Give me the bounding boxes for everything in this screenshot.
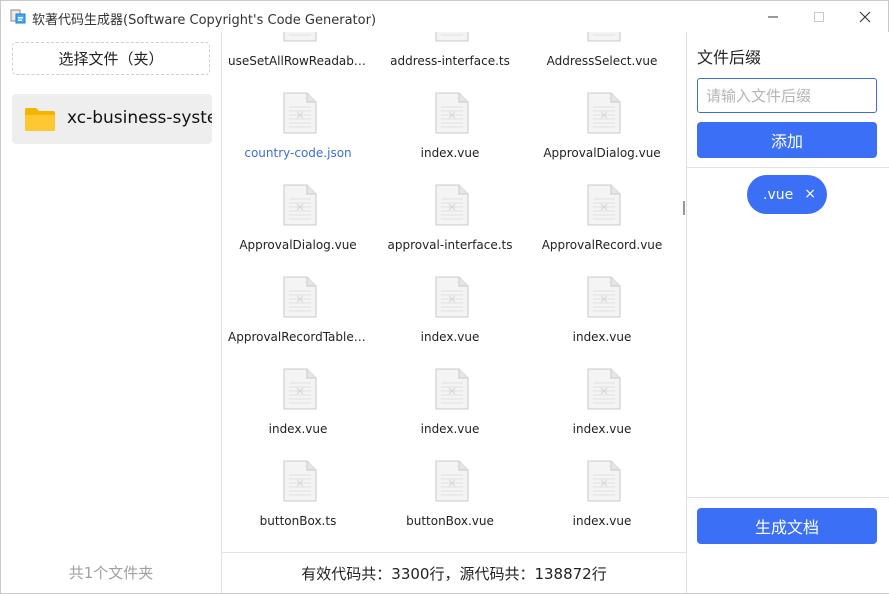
close-button[interactable] [842, 1, 888, 32]
file-icon [435, 460, 469, 502]
file-name: index.vue [420, 330, 480, 344]
file-icon [435, 184, 469, 226]
app-icon [10, 9, 26, 24]
file-name: country-code.json [244, 146, 352, 160]
file-icon [587, 184, 621, 226]
file-icon [283, 368, 317, 410]
file-item[interactable]: country-code.json [222, 84, 374, 176]
file-icon [283, 184, 317, 226]
minimize-icon [768, 16, 778, 17]
left-panel: 选择文件（夹） xc-business-syste 共1个文件夹 [1, 32, 222, 593]
suffix-input[interactable] [697, 78, 877, 113]
file-icon [435, 368, 469, 410]
maximize-icon [814, 11, 824, 22]
code-line-summary: 有效代码共：3300行，源代码共：138872行 [301, 565, 607, 583]
file-icon [587, 92, 621, 134]
close-icon [859, 11, 871, 22]
file-icon [283, 276, 317, 318]
window-title: 软著代码生成器(Software Copyright's Code Genera… [32, 13, 377, 28]
file-name: buttonBox.vue [406, 514, 494, 528]
file-name: index.vue [572, 330, 632, 344]
file-name: useSetAllRowReadabl... [228, 54, 368, 68]
file-name: index.vue [572, 422, 632, 436]
title-bar: 软著代码生成器(Software Copyright's Code Genera… [1, 1, 888, 32]
file-icon [435, 276, 469, 318]
app-window: 软著代码生成器(Software Copyright's Code Genera… [0, 0, 889, 594]
divider [687, 497, 889, 498]
status-bar: 有效代码共：3300行，源代码共：138872行 [222, 552, 686, 594]
file-name: buttonBox.ts [259, 514, 337, 528]
file-item[interactable]: index.vue [526, 268, 678, 360]
file-icon [587, 460, 621, 502]
file-icon [587, 32, 621, 42]
file-name: ApprovalRecord.vue [541, 238, 663, 252]
file-item[interactable]: index.vue [374, 360, 526, 452]
file-item[interactable]: index.vue [374, 84, 526, 176]
file-name: index.vue [572, 514, 632, 528]
maximize-button[interactable] [796, 1, 842, 32]
divider [687, 167, 889, 168]
suffix-label: 文件后缀 [697, 48, 762, 67]
file-item[interactable]: index.vue [374, 268, 526, 360]
file-icon [435, 92, 469, 134]
folder-count-text: 共1个文件夹 [68, 564, 154, 582]
select-file-button[interactable]: 选择文件（夹） [12, 42, 210, 75]
file-item[interactable]: index.vue [222, 360, 374, 452]
file-item[interactable]: ApprovalRecordTable.... [222, 268, 374, 360]
file-name: index.vue [420, 146, 480, 160]
file-icon [435, 32, 469, 42]
file-item[interactable]: AddressSelect.vue [526, 32, 678, 84]
generate-document-button[interactable]: 生成文档 [697, 508, 877, 544]
file-name: address-interface.ts [390, 54, 510, 68]
suffix-tag-label: .vue [763, 186, 794, 203]
file-item[interactable]: useSetAllRowReadabl... [222, 32, 374, 84]
close-icon[interactable]: × [804, 185, 816, 203]
file-item[interactable]: ApprovalDialog.vue [222, 176, 374, 268]
right-panel: 文件后缀 添加 .vue × 生成文档 [686, 32, 889, 593]
file-item[interactable]: approval-interface.ts [374, 176, 526, 268]
file-grid: useSetAllRowReadabl... address-interface.… [222, 32, 680, 544]
file-name: approval-interface.ts [387, 238, 513, 252]
file-item[interactable]: address-interface.ts [374, 32, 526, 84]
suffix-tag: .vue × [747, 175, 827, 214]
file-item[interactable]: ApprovalRecord.vue [526, 176, 678, 268]
file-item[interactable]: buttonBox.vue [374, 452, 526, 544]
add-suffix-button[interactable]: 添加 [697, 122, 877, 158]
file-name: AddressSelect.vue [546, 54, 658, 68]
file-icon [587, 276, 621, 318]
scrollbar-thumb[interactable] [683, 201, 685, 215]
folder-icon [25, 108, 55, 131]
file-name: ApprovalRecordTable.... [228, 330, 368, 344]
file-icon [587, 368, 621, 410]
file-name: ApprovalDialog.vue [239, 238, 357, 252]
folder-name: xc-business-syste [67, 108, 212, 128]
file-item[interactable]: buttonBox.ts [222, 452, 374, 544]
file-item[interactable]: index.vue [526, 360, 678, 452]
file-name: ApprovalDialog.vue [543, 146, 661, 160]
file-icon [283, 460, 317, 502]
file-item[interactable]: index.vue [526, 452, 678, 544]
file-item[interactable]: ApprovalDialog.vue [526, 84, 678, 176]
file-icon [283, 92, 317, 134]
minimize-button[interactable] [750, 1, 796, 32]
folder-item[interactable]: xc-business-syste [12, 94, 212, 144]
file-grid-area[interactable]: useSetAllRowReadabl... address-interface.… [222, 32, 685, 552]
file-name: index.vue [268, 422, 328, 436]
file-name: index.vue [420, 422, 480, 436]
file-icon [283, 32, 317, 42]
